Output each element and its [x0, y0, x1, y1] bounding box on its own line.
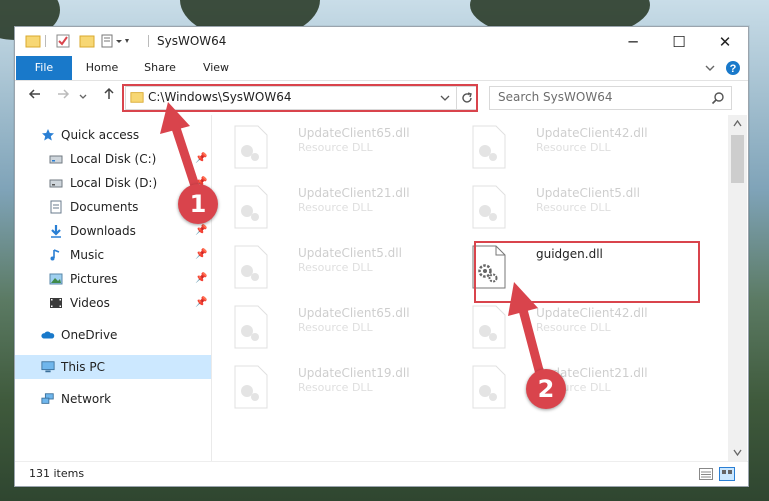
details-view-icon[interactable] — [699, 468, 713, 480]
chevron-down-icon — [79, 94, 87, 99]
file-item[interactable]: UpdateClient42.dll Resource DLL — [464, 121, 688, 173]
sidebar-item-videos[interactable]: Videos 📌 — [15, 291, 211, 315]
file-item[interactable]: UpdateClient19.dll Resource DLL — [226, 361, 450, 413]
network-icon — [41, 393, 54, 404]
item-count: 131 items — [29, 467, 85, 480]
title-bar: SysWOW64 ─ ☐ ✕ — [15, 27, 748, 56]
tiles-view-icon[interactable] — [719, 467, 735, 481]
file-item[interactable]: UpdateClient42.dll Resource DLL — [464, 301, 688, 353]
svg-text:?: ? — [730, 63, 737, 75]
tab-file[interactable]: File — [16, 56, 72, 80]
expand-ribbon-icon[interactable] — [705, 64, 715, 72]
star-icon — [42, 129, 54, 141]
separator — [45, 35, 46, 47]
up-button[interactable] — [99, 87, 119, 107]
separator — [148, 35, 149, 47]
file-item[interactable]: UpdateClient65.dll Resource DLL — [226, 301, 450, 353]
dll-file-icon — [234, 365, 268, 409]
sidebar-item-network[interactable]: Network — [15, 387, 211, 411]
sidebar-item-this-pc[interactable]: This PC — [15, 355, 211, 379]
minimize-button[interactable]: ─ — [610, 27, 656, 56]
drive-icon — [49, 155, 63, 164]
pictures-icon — [49, 273, 63, 285]
onedrive-icon — [41, 331, 55, 339]
recent-locations-button[interactable] — [77, 87, 89, 107]
back-arrow-icon — [28, 89, 40, 99]
file-item[interactable]: UpdateClient65.dll Resource DLL — [226, 121, 450, 173]
maximize-icon: ☐ — [672, 32, 686, 51]
maximize-button[interactable]: ☐ — [656, 27, 702, 56]
scroll-up-icon[interactable] — [733, 120, 742, 127]
step-callout-1: 1 — [178, 184, 218, 224]
dll-file-icon — [234, 185, 268, 229]
videos-icon — [50, 298, 62, 308]
customize-toolbar-icon[interactable] — [101, 33, 131, 49]
file-list: UpdateClient65.dll Resource DLL UpdateCl… — [212, 115, 728, 461]
sidebar-item-music[interactable]: Music 📌 — [15, 243, 211, 267]
file-item[interactable]: UpdateClient21.dll Resource DLL — [464, 361, 688, 413]
help-icon[interactable]: ? — [725, 60, 741, 76]
pin-icon: 📌 — [195, 249, 208, 260]
file-explorer-window: SysWOW64 ─ ☐ ✕ File Home Share View ? C:… — [14, 26, 749, 487]
pin-icon: 📌 — [195, 273, 208, 284]
ribbon-tabs: File Home Share View ? — [15, 56, 748, 81]
dll-file-icon — [472, 185, 506, 229]
status-bar: 131 items — [15, 461, 748, 486]
new-folder-icon[interactable] — [79, 33, 95, 49]
search-box[interactable]: Search SysWOW64 — [489, 86, 732, 110]
tab-home[interactable]: Home — [79, 56, 125, 80]
search-placeholder[interactable]: Search SysWOW64 — [498, 90, 612, 104]
sidebar-item-downloads[interactable]: Downloads 📌 — [15, 219, 211, 243]
dll-file-icon — [472, 125, 506, 169]
properties-icon[interactable] — [55, 33, 71, 49]
step-callout-2: 2 — [526, 369, 566, 409]
dll-file-icon — [234, 125, 268, 169]
close-icon: ✕ — [718, 32, 732, 51]
file-item[interactable]: UpdateClient21.dll Resource DLL — [226, 181, 450, 233]
sidebar-item-onedrive[interactable]: OneDrive — [15, 323, 211, 347]
pc-icon — [41, 361, 55, 373]
tab-share[interactable]: Share — [137, 56, 183, 80]
drive-icon — [49, 179, 63, 188]
music-icon — [50, 249, 60, 261]
documents-icon — [50, 200, 62, 214]
up-arrow-icon — [104, 87, 114, 99]
downloads-icon — [51, 225, 61, 238]
folder-icon — [25, 35, 41, 48]
scrollbar-thumb[interactable] — [731, 135, 744, 183]
window-title: SysWOW64 — [157, 34, 227, 48]
minimize-icon: ─ — [628, 32, 638, 51]
back-button[interactable] — [25, 87, 45, 107]
tab-view[interactable]: View — [193, 56, 239, 80]
forward-button[interactable] — [53, 87, 73, 107]
dll-file-icon — [234, 245, 268, 289]
close-button[interactable]: ✕ — [702, 27, 748, 56]
dll-file-icon — [234, 305, 268, 349]
sidebar-item-pictures[interactable]: Pictures 📌 — [15, 267, 211, 291]
file-item[interactable]: UpdateClient5.dll Resource DLL — [226, 241, 450, 293]
pin-icon: 📌 — [195, 297, 208, 308]
file-item[interactable]: UpdateClient5.dll Resource DLL — [464, 181, 688, 233]
search-icon — [711, 92, 724, 105]
forward-arrow-icon — [58, 89, 70, 99]
scroll-down-icon[interactable] — [733, 449, 742, 456]
vertical-scrollbar[interactable] — [728, 115, 747, 461]
